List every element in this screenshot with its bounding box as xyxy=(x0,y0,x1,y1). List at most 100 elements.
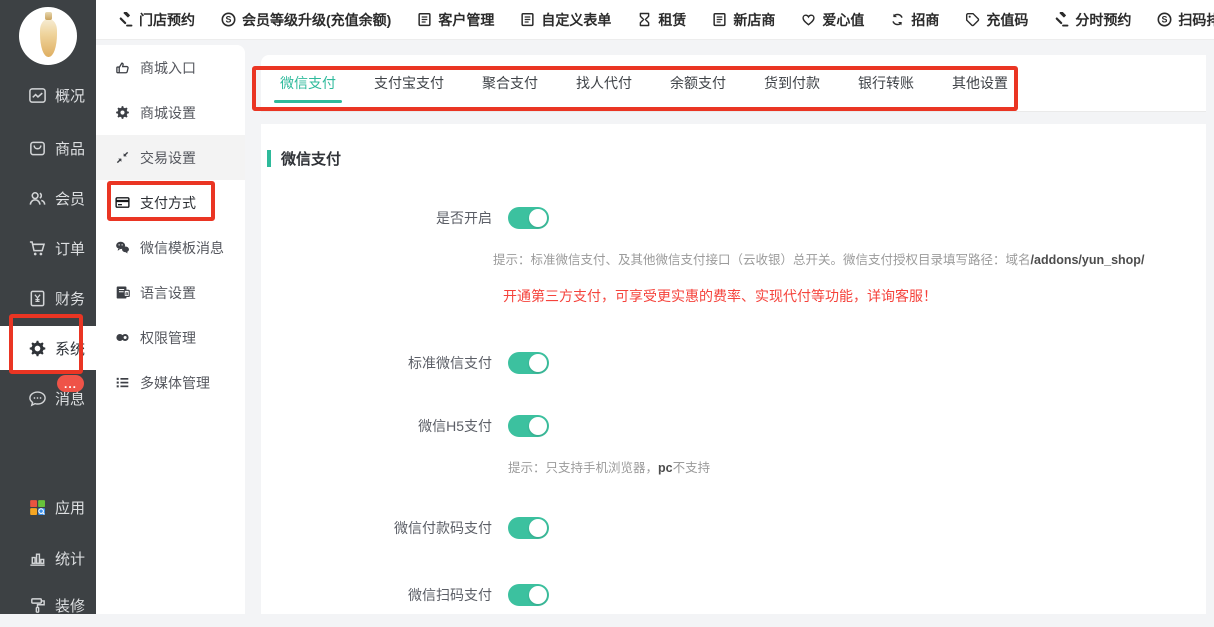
sidebar-item-orders[interactable]: 订单 xyxy=(0,226,96,270)
subsidebar-item-trade-settings[interactable]: 交易设置 xyxy=(96,135,245,180)
toggle-switch-standard-wechat[interactable] xyxy=(508,352,549,374)
apps-icon xyxy=(28,498,47,517)
message-icon xyxy=(28,389,47,408)
field-label: 微信付款码支付 xyxy=(261,518,492,538)
tab-label: 支付宝支付 xyxy=(374,73,444,93)
form-row-h5-pay: 微信H5支付 xyxy=(261,415,549,437)
credit-card-icon xyxy=(115,195,130,210)
goods-icon xyxy=(28,139,47,158)
topbar-item-love-value[interactable]: 爱心值 xyxy=(801,10,864,30)
field-label: 是否开启 xyxy=(261,208,492,228)
topbar-item-customer-mgmt[interactable]: 客户管理 xyxy=(417,10,494,30)
sidebar-item-label: 财务 xyxy=(55,288,85,309)
topbar-item-label: 爱心值 xyxy=(822,10,864,30)
s-badge-icon: S xyxy=(1157,12,1172,27)
topbar-item-label: 分时预约 xyxy=(1075,10,1131,30)
gavel-icon xyxy=(118,12,133,27)
subsidebar-item-media-mgmt[interactable]: 多媒体管理 xyxy=(96,360,245,405)
sidebar-item-decorate[interactable]: 装修 xyxy=(0,583,96,627)
gear-icon xyxy=(115,105,130,120)
subsidebar-item-language-settings[interactable]: a 语言设置 xyxy=(96,270,245,315)
finance-icon xyxy=(28,289,47,308)
toggle-switch-scan-pay[interactable] xyxy=(508,584,549,606)
logo-perfume-bottle[interactable] xyxy=(19,7,77,65)
subsidebar-item-label: 微信模板消息 xyxy=(140,238,224,258)
topbar-item-label: 门店预约 xyxy=(139,10,195,30)
topbar-item-time-booking[interactable]: 分时预约 xyxy=(1054,10,1131,30)
subsidebar-item-label: 商城入口 xyxy=(140,58,196,78)
list-icon xyxy=(115,375,130,390)
topbar-item-custom-form[interactable]: 自定义表单 xyxy=(520,10,611,30)
subsidebar-item-label: 交易设置 xyxy=(140,148,196,168)
subsidebar-item-shop-entry[interactable]: 商城入口 xyxy=(96,45,245,90)
payment-tabs-bar: 微信支付 支付宝支付 聚合支付 找人代付 余额支付 货到付款 银行转账 其他设置 xyxy=(261,55,1206,112)
sidebar-item-finance[interactable]: 财务 xyxy=(0,276,96,320)
form-icon xyxy=(712,12,727,27)
content-panel: 微信支付 是否开启 提示：标准微信支付、及其他微信支付接口（云收银）总开关。微信… xyxy=(261,124,1206,614)
sidebar-item-members[interactable]: 会员 xyxy=(0,176,96,220)
tab-proxy-pay[interactable]: 找人代付 xyxy=(557,55,651,111)
tab-label: 聚合支付 xyxy=(482,73,538,93)
tab-balance-pay[interactable]: 余额支付 xyxy=(651,55,745,111)
toggle-switch-enabled[interactable] xyxy=(508,207,549,229)
sidebar-item-label: 商品 xyxy=(55,138,85,159)
form-row-enabled: 是否开启 xyxy=(261,207,549,229)
subsidebar-item-shop-settings[interactable]: 商城设置 xyxy=(96,90,245,135)
topbar-item-label: 会员等级升级(充值余额) xyxy=(242,10,391,30)
sidebar-item-label: 装修 xyxy=(55,595,85,616)
topbar-item-recharge-code[interactable]: 充值码 xyxy=(965,10,1028,30)
section-header: 微信支付 xyxy=(267,148,341,169)
tab-aggregate-pay[interactable]: 聚合支付 xyxy=(463,55,557,111)
sidebar-item-label: 应用 xyxy=(55,497,85,518)
overview-icon xyxy=(28,86,47,105)
hourglass-icon xyxy=(637,12,652,27)
subsidebar-item-label: 支付方式 xyxy=(140,193,196,213)
subsidebar-item-permission-mgmt[interactable]: 权限管理 xyxy=(96,315,245,360)
topbar-item-label: 新店商 xyxy=(733,10,775,30)
tab-alipay[interactable]: 支付宝支付 xyxy=(355,55,463,111)
form-row-scan-pay: 微信扫码支付 xyxy=(261,584,549,606)
subsidebar-item-label: 商城设置 xyxy=(140,103,196,123)
sidebar-item-stats[interactable]: 统计 xyxy=(0,536,96,580)
sidebar-item-overview[interactable]: 概况 xyxy=(0,73,96,117)
topbar-item-label: 租赁 xyxy=(658,10,686,30)
sidebar-item-apps[interactable]: 应用 xyxy=(0,485,96,529)
hint-path: /addons/yun_shop/ xyxy=(1031,253,1145,267)
tab-label: 货到付款 xyxy=(764,73,820,93)
tab-other-settings[interactable]: 其他设置 xyxy=(933,55,1027,111)
recycle-icon xyxy=(890,12,905,27)
sidebar-item-label: 系统 xyxy=(55,338,85,359)
tab-cod[interactable]: 货到付款 xyxy=(745,55,839,111)
toggle-switch-h5-pay[interactable] xyxy=(508,415,549,437)
tab-label: 微信支付 xyxy=(280,73,336,93)
tab-bank-transfer[interactable]: 银行转账 xyxy=(839,55,933,111)
topbar-item-member-upgrade[interactable]: S 会员等级升级(充值余额) xyxy=(221,10,391,30)
form-row-paycode: 微信付款码支付 xyxy=(261,517,549,539)
field-label: 微信扫码支付 xyxy=(261,585,492,605)
compress-arrows-icon xyxy=(115,150,130,165)
tab-wechat-pay[interactable]: 微信支付 xyxy=(261,55,355,111)
sidebar-item-goods[interactable]: 商品 xyxy=(0,126,96,170)
message-count-badge: ... xyxy=(57,375,84,392)
hint-h5-pay: 提示：只支持手机浏览器，pc不支持 xyxy=(508,457,710,476)
topbar-item-scan-queue[interactable]: S 扫码排队 xyxy=(1157,10,1214,30)
section-title: 微信支付 xyxy=(281,148,341,169)
subsidebar-item-wechat-template[interactable]: 微信模板消息 xyxy=(96,225,245,270)
tab-label: 余额支付 xyxy=(670,73,726,93)
subsidebar-item-label: 权限管理 xyxy=(140,328,196,348)
topbar-item-investment[interactable]: 招商 xyxy=(890,10,939,30)
main-sidebar: 概况 商品 会员 订单 财务 系统 消息 应用 统计 装修 xyxy=(0,0,96,614)
s-badge-icon: S xyxy=(221,12,236,27)
sidebar-item-system[interactable]: 系统 xyxy=(0,326,96,370)
topbar-item-new-shop[interactable]: 新店商 xyxy=(712,10,775,30)
sidebar-item-label: 统计 xyxy=(55,548,85,569)
field-label: 微信H5支付 xyxy=(261,416,492,436)
subsidebar-item-label: 多媒体管理 xyxy=(140,373,210,393)
topbar-item-rental[interactable]: 租赁 xyxy=(637,10,686,30)
members-icon xyxy=(28,189,47,208)
hint-wechat-master: 提示：标准微信支付、及其他微信支付接口（云收银）总开关。微信支付授权目录填写路径… xyxy=(493,249,1144,268)
subsidebar-item-payment-method[interactable]: 支付方式 xyxy=(96,180,245,225)
topbar-item-store-booking[interactable]: 门店预约 xyxy=(118,10,195,30)
settings-sidebar: 商城入口 商城设置 交易设置 支付方式 微信模板消息 a 语言设置 权限管理 多… xyxy=(96,45,245,614)
toggle-switch-paycode[interactable] xyxy=(508,517,549,539)
